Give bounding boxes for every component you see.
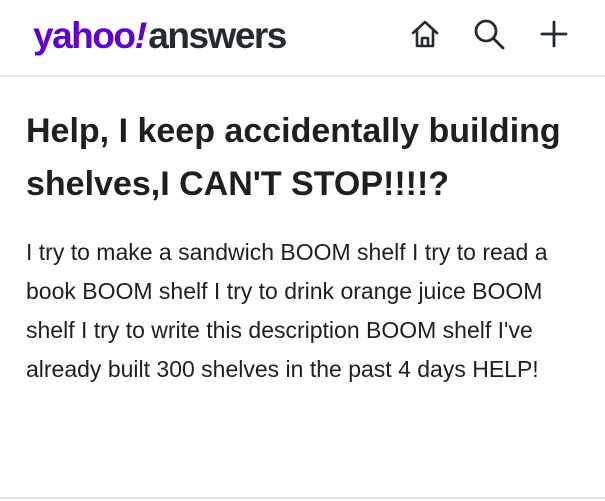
logo-brand: yahoo [33,15,136,56]
bottom-divider [0,497,605,499]
ask-question-button[interactable] [534,14,574,54]
home-icon [411,20,439,48]
question-content: Help, I keep accidentally building shelv… [26,105,586,389]
search-icon [474,19,505,50]
question-title: Help, I keep accidentally building shelv… [26,112,561,203]
yahoo-answers-logo[interactable]: yahoo!answers [33,14,287,58]
top-bar: yahoo!answers [0,0,605,77]
home-button[interactable] [405,14,445,54]
logo-product: answers [148,15,287,56]
search-button[interactable] [469,14,509,54]
question-body: I try to make a sandwich BOOM shelf I tr… [26,239,548,382]
plus-icon [540,20,568,48]
